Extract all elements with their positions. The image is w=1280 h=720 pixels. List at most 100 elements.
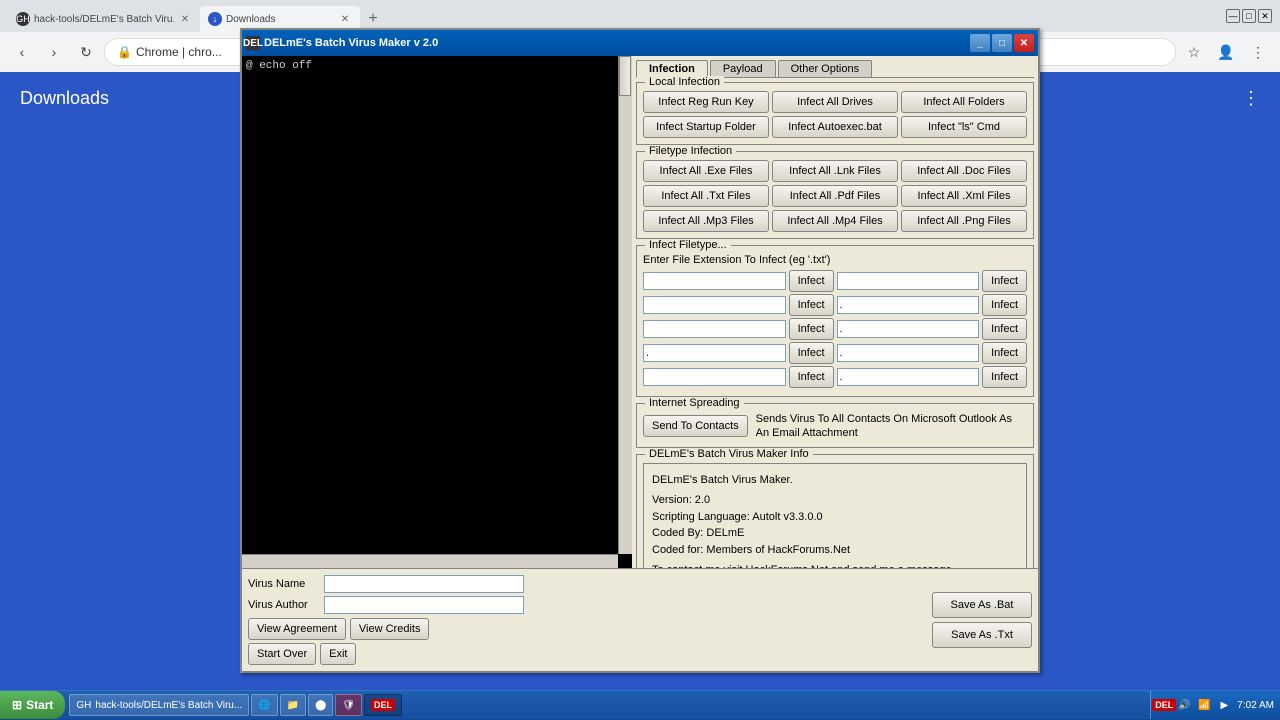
taskbar: ⊞ Start GH hack-tools/DELmE's Batch Viru… xyxy=(0,690,1280,720)
menu-button[interactable]: ⋮ xyxy=(1244,38,1272,66)
infect-row-2: Infect Infect xyxy=(643,294,1027,316)
infect-btn-5-left[interactable]: Infect xyxy=(789,366,834,388)
infect-input-1-left[interactable] xyxy=(643,272,786,290)
terminal-content: @ echo off xyxy=(246,60,628,564)
infect-reg-run-key[interactable]: Infect Reg Run Key xyxy=(643,91,769,113)
spreading-description: Sends Virus To All Contacts On Microsoft… xyxy=(756,412,1027,441)
infect-ls-cmd[interactable]: Infect "ls" Cmd xyxy=(901,116,1027,138)
infect-lnk[interactable]: Infect All .Lnk Files xyxy=(772,160,898,182)
infect-all-drives[interactable]: Infect All Drives xyxy=(772,91,898,113)
exit-button[interactable]: Exit xyxy=(320,643,356,665)
infect-pdf[interactable]: Infect All .Pdf Files xyxy=(772,185,898,207)
infect-txt[interactable]: Infect All .Txt Files xyxy=(643,185,769,207)
infect-btn-3-left[interactable]: Infect xyxy=(789,318,834,340)
tab-payload[interactable]: Payload xyxy=(710,60,776,77)
systray: DEL 🔊 📶 ▶ 7:02 AM xyxy=(1150,691,1280,719)
spreading-row: Send To Contacts Sends Virus To All Cont… xyxy=(643,412,1027,441)
systray-msg[interactable]: ▶ xyxy=(1217,698,1231,712)
infect-autoexec[interactable]: Infect Autoexec.bat xyxy=(772,116,898,138)
start-button[interactable]: ⊞ Start xyxy=(0,691,65,719)
taskbar-item-icon: GH xyxy=(76,700,91,711)
taskbar-item-ie[interactable]: 🌐 xyxy=(251,694,277,716)
virus-name-label: Virus Name xyxy=(248,578,320,590)
tab2-close[interactable]: ✕ xyxy=(338,12,352,26)
filetype-buttons-3: Infect All .Mp3 Files Infect All .Mp4 Fi… xyxy=(643,210,1027,232)
lock-icon: 🔒 xyxy=(117,45,132,59)
infect-doc[interactable]: Infect All .Doc Files xyxy=(901,160,1027,182)
infect-filetype-label: Infect Filetype... xyxy=(645,239,731,251)
maximize-button[interactable]: □ xyxy=(992,34,1012,52)
taskbar-item-chrome[interactable]: ⬤ xyxy=(308,694,333,716)
taskbar-item-github[interactable]: GH hack-tools/DELmE's Batch Viru... xyxy=(69,694,249,716)
infect-btn-4-right[interactable]: Infect xyxy=(982,342,1027,364)
del-icon: DEL xyxy=(371,699,395,711)
infect-input-2-right[interactable] xyxy=(837,296,980,314)
infect-input-3-right[interactable] xyxy=(837,320,980,338)
infect-startup-folder[interactable]: Infect Startup Folder xyxy=(643,116,769,138)
taskbar-item-explorer[interactable]: 📁 xyxy=(280,694,306,716)
virus-author-input[interactable] xyxy=(324,596,524,614)
scrollbar-thumb[interactable] xyxy=(619,56,631,96)
infect-input-4-left[interactable] xyxy=(643,344,786,362)
infect-btn-3-right[interactable]: Infect xyxy=(982,318,1027,340)
infect-input-3-left[interactable] xyxy=(643,320,786,338)
tab-other-options[interactable]: Other Options xyxy=(778,60,872,77)
infect-input-5-right[interactable] xyxy=(837,368,980,386)
systray-network[interactable]: 📶 xyxy=(1197,698,1211,712)
bookmarks-button[interactable]: ☆ xyxy=(1180,38,1208,66)
chrome-maximize[interactable]: □ xyxy=(1242,9,1256,23)
infect-exe[interactable]: Infect All .Exe Files xyxy=(643,160,769,182)
infect-png[interactable]: Infect All .Png Files xyxy=(901,210,1027,232)
infect-btn-1-left[interactable]: Infect xyxy=(789,270,834,292)
infect-mp4[interactable]: Infect All .Mp4 Files xyxy=(772,210,898,232)
infect-btn-2-right[interactable]: Infect xyxy=(982,294,1027,316)
chrome-close[interactable]: ✕ xyxy=(1258,9,1272,23)
chrome-tab-1[interactable]: GH hack-tools/DELmE's Batch Viru... ✕ xyxy=(8,6,200,32)
refresh-button[interactable]: ↻ xyxy=(72,38,100,66)
terminal-scrollbar[interactable] xyxy=(618,56,632,554)
taskbar-item-label: hack-tools/DELmE's Batch Viru... xyxy=(95,700,242,711)
tab1-close[interactable]: ✕ xyxy=(178,12,192,26)
address-text: Chrome | chro... xyxy=(136,45,222,59)
infect-filetype-group: Infect Filetype... Enter File Extension … xyxy=(636,245,1034,397)
app-window: DEL DELmE's Batch Virus Maker v 2.0 _ □ … xyxy=(240,28,1040,673)
norton-icon: 🛡 xyxy=(342,700,355,711)
view-credits-button[interactable]: View Credits xyxy=(350,618,430,640)
forward-button[interactable]: › xyxy=(40,38,68,66)
taskbar-item-del[interactable]: DEL xyxy=(364,694,402,716)
local-infection-label: Local Infection xyxy=(645,76,724,88)
infect-btn-4-left[interactable]: Infect xyxy=(789,342,834,364)
save-as-txt-button[interactable]: Save As .Txt xyxy=(932,622,1032,648)
back-button[interactable]: ‹ xyxy=(8,38,36,66)
infect-input-5-left[interactable] xyxy=(643,368,786,386)
infect-input-1-right[interactable] xyxy=(837,272,980,290)
info-version: Version: 2.0 xyxy=(652,492,1018,509)
taskbar-item-norton[interactable]: 🛡 xyxy=(335,694,362,716)
infect-row-4: Infect Infect xyxy=(643,342,1027,364)
view-agreement-button[interactable]: View Agreement xyxy=(248,618,346,640)
infect-btn-5-right[interactable]: Infect xyxy=(982,366,1027,388)
taskbar-items: GH hack-tools/DELmE's Batch Viru... 🌐 📁 … xyxy=(65,694,1150,716)
start-over-button[interactable]: Start Over xyxy=(248,643,316,665)
minimize-button[interactable]: _ xyxy=(970,34,990,52)
infect-xml[interactable]: Infect All .Xml Files xyxy=(901,185,1027,207)
chrome-minimize[interactable]: — xyxy=(1226,9,1240,23)
infect-mp3[interactable]: Infect All .Mp3 Files xyxy=(643,210,769,232)
downloads-title: Downloads xyxy=(20,88,109,109)
send-to-contacts-button[interactable]: Send To Contacts xyxy=(643,415,748,437)
downloads-menu[interactable]: ⋮ xyxy=(1242,88,1260,109)
infect-btn-1-right[interactable]: Infect xyxy=(982,270,1027,292)
infect-input-4-right[interactable] xyxy=(837,344,980,362)
infect-all-folders[interactable]: Infect All Folders xyxy=(901,91,1027,113)
tab1-label: hack-tools/DELmE's Batch Viru... xyxy=(34,14,174,25)
infect-btn-2-left[interactable]: Infect xyxy=(789,294,834,316)
systray-volume[interactable]: 🔊 xyxy=(1177,698,1191,712)
start-icon: ⊞ xyxy=(12,698,22,712)
profile-button[interactable]: 👤 xyxy=(1212,38,1240,66)
save-as-bat-button[interactable]: Save As .Bat xyxy=(932,592,1032,618)
virus-name-input[interactable] xyxy=(324,575,524,593)
close-button[interactable]: ✕ xyxy=(1014,34,1034,52)
info-group: DELmE's Batch Virus Maker Info DELmE's B… xyxy=(636,454,1034,568)
terminal-hscroll[interactable] xyxy=(242,554,618,568)
infect-input-2-left[interactable] xyxy=(643,296,786,314)
